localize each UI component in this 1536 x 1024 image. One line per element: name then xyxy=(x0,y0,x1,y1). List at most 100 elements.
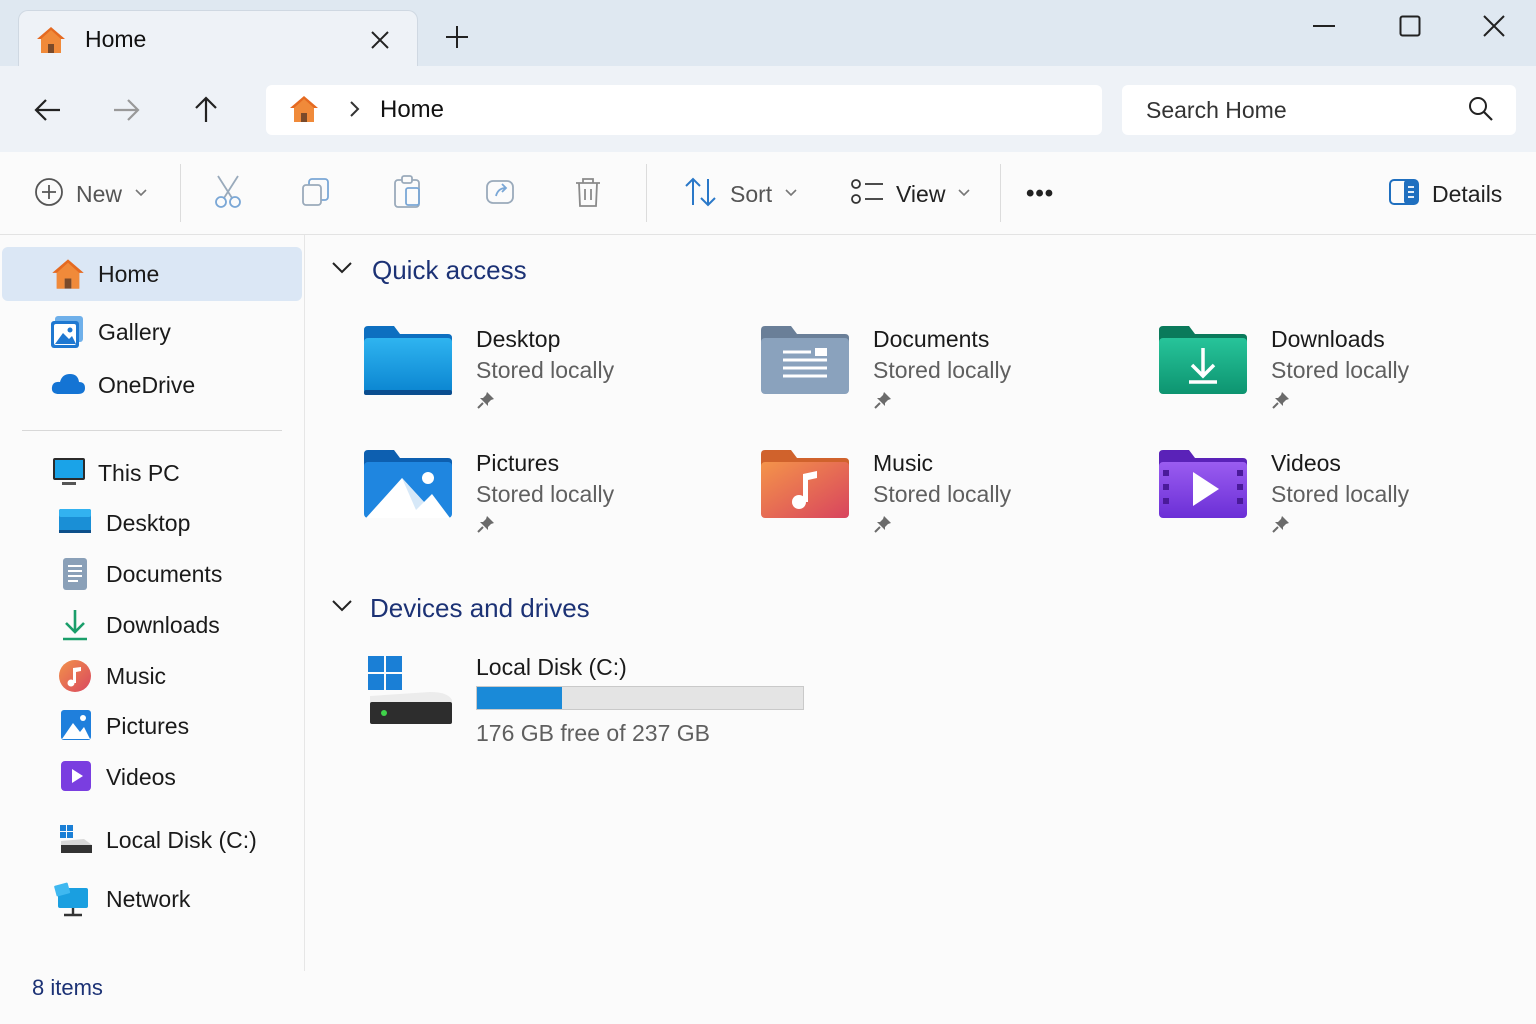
list-view-icon xyxy=(850,177,884,212)
maximize-icon[interactable] xyxy=(1390,6,1430,46)
details-button[interactable]: Details xyxy=(1388,172,1502,216)
delete-button[interactable] xyxy=(572,172,604,216)
title-bar: Home xyxy=(0,0,1536,67)
sidebar-item-onedrive[interactable]: OneDrive xyxy=(2,358,302,412)
tab-home[interactable]: Home xyxy=(18,10,418,67)
onedrive-cloud-icon xyxy=(50,368,86,403)
folder-tile-videos[interactable]: Videos Stored locally xyxy=(1159,448,1519,548)
tab-title: Home xyxy=(85,26,147,52)
music-folder-icon xyxy=(761,448,849,525)
section-title: Devices and drives xyxy=(370,592,590,623)
devices-drives-header[interactable]: Devices and drives xyxy=(330,588,590,628)
home-icon xyxy=(50,257,86,296)
back-arrow-icon[interactable] xyxy=(28,90,68,130)
paste-button[interactable] xyxy=(392,172,424,216)
folder-name: Documents xyxy=(873,326,990,352)
drive-tile-local-disk[interactable]: Local Disk (C:) 176 GB free of 237 GB xyxy=(366,650,826,750)
copy-icon xyxy=(300,176,332,213)
toolbar-divider xyxy=(180,164,181,222)
details-pane-icon xyxy=(1388,178,1420,211)
status-item-count: 8 items xyxy=(32,975,103,1000)
drive-free-space: 176 GB free of 237 GB xyxy=(476,720,710,746)
sidebar-item-label: Documents xyxy=(106,561,223,587)
minimize-icon[interactable] xyxy=(1304,6,1344,46)
copy-button[interactable] xyxy=(300,172,332,216)
drive-icon xyxy=(58,823,94,860)
sidebar-item-music[interactable]: Music xyxy=(2,649,302,703)
folder-name: Desktop xyxy=(476,326,561,352)
sidebar-item-label: This PC xyxy=(98,460,180,486)
cut-button[interactable] xyxy=(212,172,244,216)
sidebar-item-home[interactable]: Home xyxy=(2,247,302,301)
close-icon[interactable] xyxy=(363,23,397,57)
share-button[interactable] xyxy=(484,172,518,216)
address-bar[interactable]: Home xyxy=(266,85,1102,135)
address-row: Home Search Home xyxy=(0,66,1536,152)
new-button[interactable]: New xyxy=(34,172,148,216)
view-label: View xyxy=(896,180,946,207)
view-button[interactable]: View xyxy=(850,172,971,216)
up-arrow-icon[interactable] xyxy=(186,90,226,130)
sidebar-item-downloads[interactable]: Downloads xyxy=(2,598,302,652)
search-input[interactable]: Search Home xyxy=(1122,85,1516,135)
toolbar-divider xyxy=(646,164,647,222)
folder-tile-desktop[interactable]: Desktop Stored locally xyxy=(364,324,724,424)
music-icon xyxy=(58,659,92,698)
sidebar-item-pictures[interactable]: Pictures xyxy=(2,699,302,753)
sidebar-divider xyxy=(22,430,282,431)
chevron-down-icon[interactable] xyxy=(330,598,354,619)
quick-access-header[interactable]: Quick access xyxy=(330,250,527,290)
toolbar-divider xyxy=(1000,164,1001,222)
folder-tile-downloads[interactable]: Downloads Stored locally xyxy=(1159,324,1519,424)
chevron-down-icon xyxy=(134,185,148,203)
pin-icon xyxy=(476,390,496,415)
chevron-down-icon[interactable] xyxy=(330,260,354,281)
more-options-icon: ••• xyxy=(1026,180,1055,207)
pin-icon xyxy=(476,514,496,539)
pictures-icon xyxy=(60,709,92,746)
sidebar-item-label: Network xyxy=(106,886,191,912)
drive-usage-fill xyxy=(477,687,562,709)
desktop-icon xyxy=(58,506,92,541)
add-icon xyxy=(34,177,64,212)
sidebar-item-desktop[interactable]: Desktop xyxy=(2,496,302,550)
document-icon xyxy=(62,557,88,596)
close-icon[interactable] xyxy=(1474,6,1514,46)
sidebar-item-this-pc[interactable]: This PC xyxy=(2,446,302,500)
chevron-down-icon xyxy=(784,185,798,203)
scissors-icon xyxy=(212,174,244,215)
plus-icon[interactable] xyxy=(440,20,474,54)
command-bar: New Sort View ••• Details xyxy=(0,152,1536,235)
monitor-icon xyxy=(52,456,86,493)
folder-status: Stored locally xyxy=(873,481,1012,507)
more-options-button[interactable]: ••• xyxy=(1026,172,1054,216)
pin-icon xyxy=(1271,514,1291,539)
sidebar-item-label: Pictures xyxy=(106,713,190,739)
folder-status: Stored locally xyxy=(1271,481,1410,507)
sidebar-item-network[interactable]: Network xyxy=(2,872,302,926)
sidebar-item-label: Local Disk (C:) xyxy=(106,827,257,853)
folder-status: Stored locally xyxy=(873,357,1012,383)
chevron-right-icon[interactable] xyxy=(348,98,362,125)
share-icon xyxy=(484,176,518,213)
navigation-pane: Home Gallery OneDrive This PC Desktop Do… xyxy=(0,235,305,971)
download-icon xyxy=(60,608,90,647)
forward-arrow-icon[interactable] xyxy=(106,90,146,130)
sidebar-item-local-disk[interactable]: Local Disk (C:) xyxy=(2,813,302,867)
folder-name: Videos xyxy=(1271,450,1341,476)
search-icon[interactable] xyxy=(1468,96,1494,127)
folder-tile-pictures[interactable]: Pictures Stored locally xyxy=(364,448,724,548)
folder-status: Stored locally xyxy=(476,357,615,383)
sidebar-item-gallery[interactable]: Gallery xyxy=(2,305,302,359)
search-placeholder: Search Home xyxy=(1146,97,1287,123)
home-icon xyxy=(35,25,67,60)
sort-button[interactable]: Sort xyxy=(684,172,798,216)
folder-tile-music[interactable]: Music Stored locally xyxy=(761,448,1121,548)
sidebar-item-documents[interactable]: Documents xyxy=(2,547,302,601)
sidebar-item-videos[interactable]: Videos xyxy=(2,750,302,804)
breadcrumb-home[interactable]: Home xyxy=(380,96,444,124)
trash-icon xyxy=(572,175,604,214)
sidebar-item-label: Home xyxy=(98,261,160,287)
folder-tile-documents[interactable]: Documents Stored locally xyxy=(761,324,1121,424)
windows-drive-icon xyxy=(366,654,456,733)
